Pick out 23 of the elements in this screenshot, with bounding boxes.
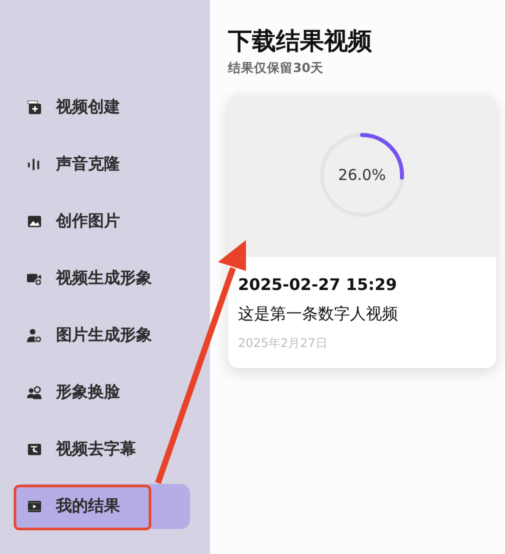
sidebar-item[interactable]: 图片生成形象 [14,313,190,358]
person-add-icon [27,328,42,343]
result-card[interactable]: 26.0% 2025-02-27 15:29 这是第一条数字人视频 2025年2月27日 [228,95,496,368]
sidebar-item[interactable]: 视频生成形象 [14,256,190,301]
sidebar-item[interactable]: 视频创建 [14,85,190,130]
page-subtitle: 结果仅保留30天 [228,60,324,77]
result-timestamp: 2025-02-27 15:29 [238,275,398,294]
two-people-icon [27,385,42,400]
page-title: 下载结果视频 [228,26,373,56]
sidebar-item[interactable]: 创作图片 [14,199,190,244]
film-icon [27,499,42,514]
subtitle-icon [27,442,42,457]
sidebar-item[interactable]: 形象换脸 [14,370,190,415]
waveform-icon [27,157,42,172]
sidebar-item[interactable]: 声音克隆 [14,142,190,187]
result-description: 这是第一条数字人视频 [238,304,399,325]
image-icon [27,214,42,229]
video-person-icon [27,271,42,286]
sidebar-item[interactable]: 我的结果 [14,484,190,529]
add-video-icon [27,100,42,115]
progress-percent: 26.0% [338,166,386,184]
result-date: 2025年2月27日 [238,335,328,352]
sidebar-item[interactable]: 视频去字幕 [14,427,190,472]
